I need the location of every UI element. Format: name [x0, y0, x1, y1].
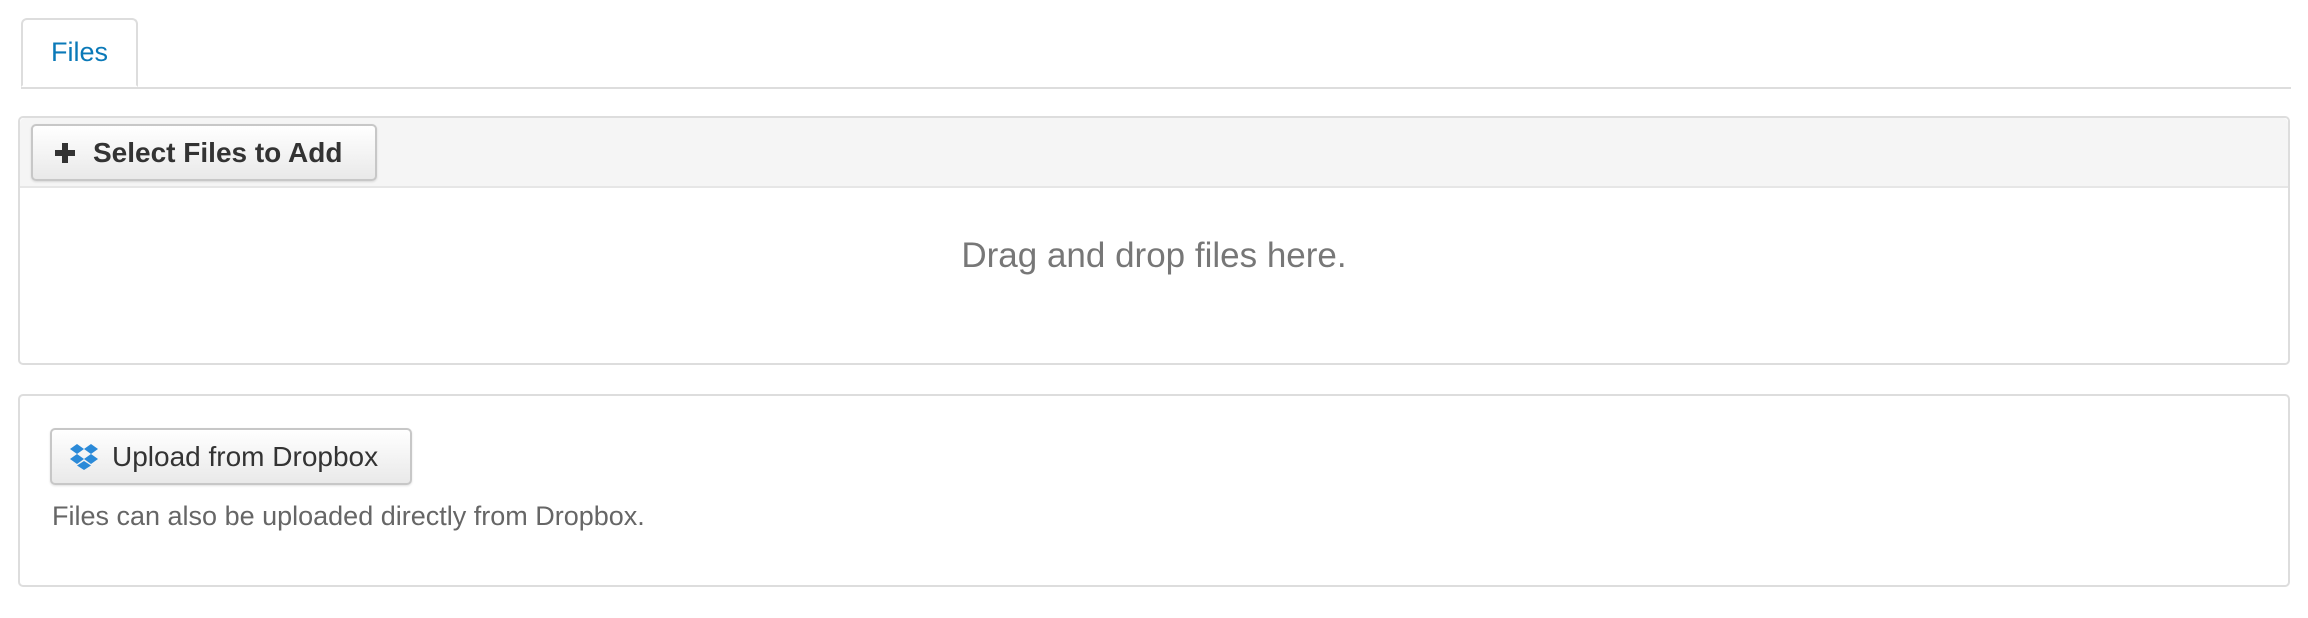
tab-files[interactable]: Files — [21, 18, 138, 87]
tab-files-label: Files — [50, 37, 108, 67]
select-files-button[interactable]: Select Files to Add — [31, 124, 377, 181]
upload-from-dropbox-button[interactable]: Upload from Dropbox — [50, 428, 412, 485]
file-upload-page: Files Select Files to Add Drag and drop … — [0, 0, 2308, 618]
dropbox-icon — [68, 442, 100, 472]
dropbox-panel: Upload from Dropbox Files can also be up… — [18, 394, 2290, 587]
dropbox-help-text: Files can also be uploaded directly from… — [52, 501, 645, 531]
upload-toolbar: Select Files to Add — [20, 118, 2288, 188]
tab-bar: Files — [21, 18, 2291, 89]
select-files-button-label: Select Files to Add — [93, 136, 343, 168]
upload-from-dropbox-button-label: Upload from Dropbox — [112, 440, 379, 472]
upload-panel: Select Files to Add Drag and drop files … — [18, 116, 2290, 365]
drop-zone-hint: Drag and drop files here. — [961, 236, 1347, 275]
plus-icon — [55, 142, 75, 163]
